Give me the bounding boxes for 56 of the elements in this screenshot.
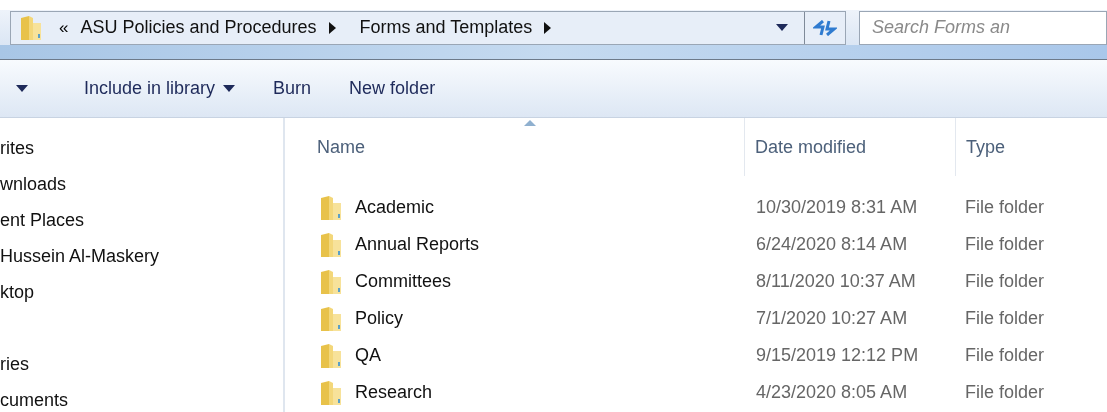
date-cell-text: 4/23/2020 8:05 AM [755,381,909,404]
column-header[interactable]: Date modified [744,118,955,176]
file-name: Research [355,381,433,404]
breadcrumb[interactable]: Forms and Templates [359,14,533,41]
chevron-right-icon [328,21,336,34]
nav-item[interactable]: wnloads [0,166,283,202]
nav-item[interactable]: rites [0,130,283,166]
type-cell-text: File folder [964,344,1046,367]
folder-icon [19,14,43,41]
nav-item[interactable]: ktop [0,274,283,310]
nav-item[interactable]: ries [0,346,283,382]
file-name: Annual Reports [355,233,480,256]
file-name: QA [355,344,381,367]
date-cell-text: 6/24/2020 8:14 AM [755,233,909,256]
type-cell-text: File folder [964,233,1046,256]
file-name: Academic [355,196,435,219]
file-name: Committees [355,270,452,293]
search-field[interactable]: Search Forms an [859,10,1107,45]
folder-icon [319,194,343,221]
address-bar[interactable]: « ASU Policies and Procedures Forms and Templates [10,10,846,45]
breadcrumb-overflow[interactable]: « [59,14,69,41]
breadcrumb[interactable]: ASU Policies and Procedures [80,14,317,41]
chevron-right-icon [544,21,552,34]
date-cell-text: 8/11/2020 10:37 AM [755,270,917,293]
nav-item[interactable]: cuments [0,382,283,412]
refresh-icon [812,19,837,36]
type-cell-text: File folder [964,270,1046,293]
type-cell-text: File folder [964,381,1046,404]
file-name: Policy [355,307,403,330]
folder-icon [319,305,343,332]
folder-icon [319,379,343,406]
file-row[interactable]: Policy 7/1/2020 10:27 AM File folder [285,300,1107,337]
file-row[interactable]: Academic 10/30/2019 8:31 AM File folder [285,189,1107,226]
file-row[interactable]: Annual Reports 6/24/2020 8:14 AM File folder [285,226,1107,263]
file-row[interactable]: Committees 8/11/2020 10:37 AM File folder [285,263,1107,300]
column-header[interactable]: Name [285,118,744,176]
dropdown-icon [775,24,788,31]
toolbar-button[interactable]: Burn [273,73,312,104]
sort-arrow-icon [523,120,536,126]
toolbar-button[interactable]: Include in library [84,73,236,104]
column-header[interactable]: Type [955,118,1085,176]
nav-item[interactable]: ent Places [0,202,283,238]
date-cell-text: 7/1/2020 10:27 AM [755,307,909,330]
file-row[interactable]: QA 9/15/2019 12:12 PM File folder [285,337,1107,374]
folder-icon [319,342,343,369]
type-cell-text: File folder [964,307,1046,330]
file-row[interactable]: Research 4/23/2020 8:05 AM File folder [285,374,1107,411]
date-cell-text: 10/30/2019 8:31 AM [755,196,919,219]
type-cell-text: File folder [964,196,1046,219]
date-cell-text: 9/15/2019 12:12 PM [755,344,920,367]
folder-icon [319,268,343,295]
folder-icon [319,231,343,258]
toolbar-button[interactable]: New folder [349,73,436,104]
caret-icon [16,85,28,92]
nav-item[interactable]: Hussein Al-Maskery [0,238,283,274]
caret-icon [223,85,236,92]
